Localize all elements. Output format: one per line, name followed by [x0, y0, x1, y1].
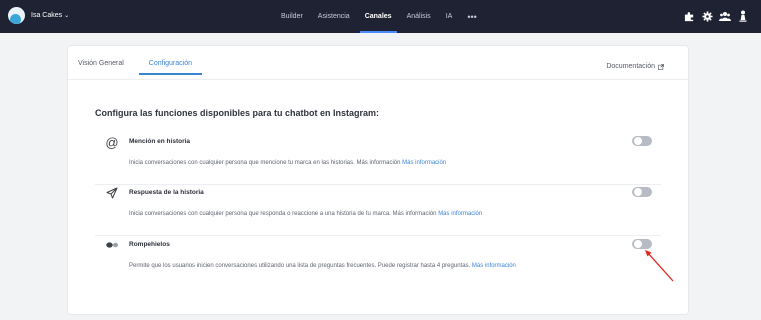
red-annotation-arrow-icon [645, 250, 674, 282]
